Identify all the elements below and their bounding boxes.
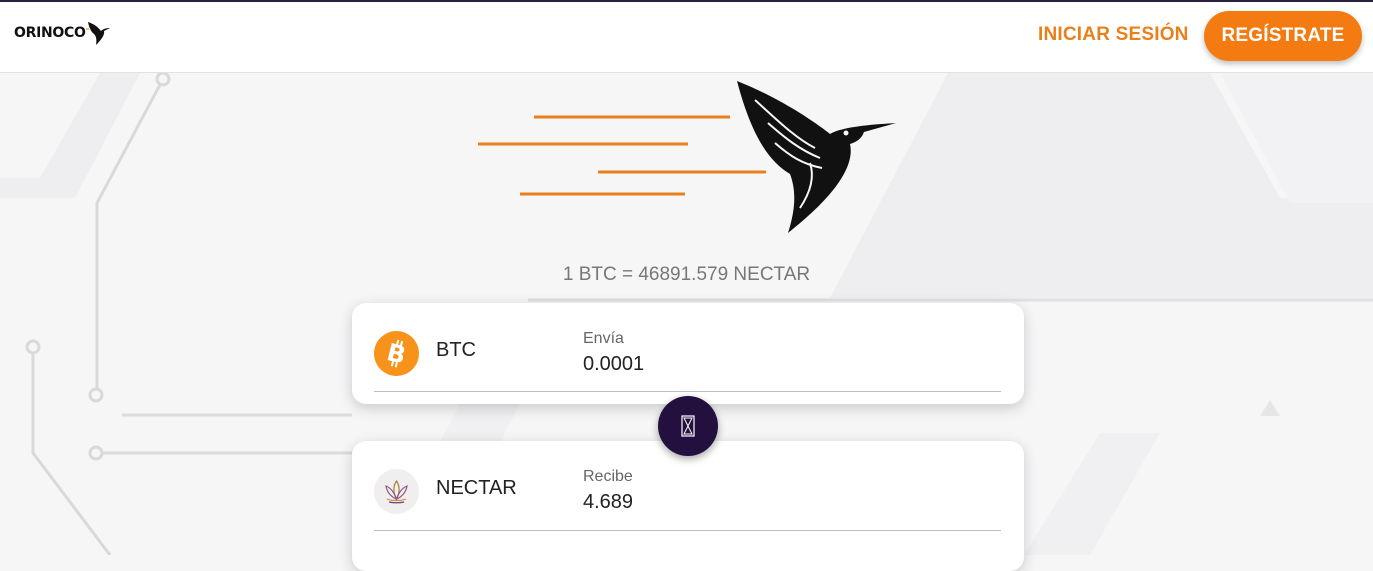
top-navbar: ORINOCO INICIAR SESIÓN REGÍSTRATE	[0, 2, 1373, 73]
bitcoin-glyph: B	[384, 338, 409, 370]
send-input-underline	[374, 391, 1001, 392]
receive-amount-label: Recibe	[583, 468, 633, 485]
swap-button[interactable]	[658, 396, 718, 456]
receive-coin-selector[interactable]: NECTAR	[436, 477, 517, 500]
lotus-icon[interactable]	[374, 469, 419, 514]
receive-card: NECTAR Recibe	[352, 441, 1024, 571]
hummingbird-hero-illustration	[478, 81, 896, 233]
login-link[interactable]: INICIAR SESIÓN	[1038, 24, 1189, 46]
receive-amount-input[interactable]	[583, 491, 973, 514]
exchange-rate-text: 1 BTC = 46891.579 NECTAR	[562, 264, 811, 285]
lotus-glyph	[385, 479, 408, 504]
bitcoin-icon[interactable]: B	[374, 331, 419, 376]
brand-logo[interactable]: ORINOCO	[14, 20, 112, 46]
register-button[interactable]: REGÍSTRATE	[1204, 11, 1362, 61]
receive-input-underline	[374, 530, 1001, 531]
send-card: B BTC Envía	[352, 303, 1024, 404]
logo-text: ORINOCO	[14, 25, 86, 41]
send-amount-label: Envía	[583, 330, 624, 347]
send-coin-selector[interactable]: BTC	[436, 339, 476, 362]
hummingbird-logo-icon	[85, 22, 110, 45]
hourglass-icon	[681, 415, 695, 437]
send-amount-input[interactable]	[583, 353, 973, 376]
